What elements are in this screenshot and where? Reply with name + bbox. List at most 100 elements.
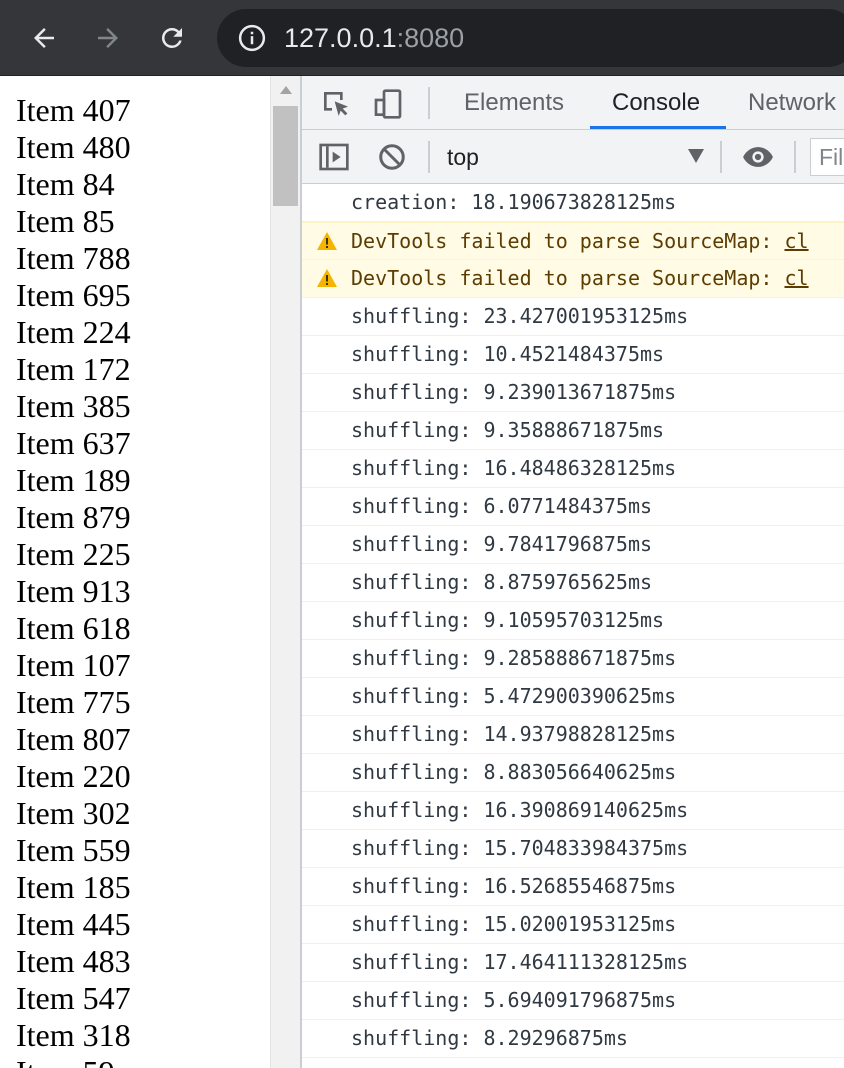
arrow-left-icon bbox=[34, 28, 54, 48]
device-mode-icon bbox=[374, 89, 402, 119]
list-item: Item 224 bbox=[16, 314, 131, 350]
console-message-text: shuffling: 5.694091796875ms bbox=[351, 982, 676, 1019]
list-item: Item 107 bbox=[16, 647, 131, 683]
tab-console[interactable]: Console bbox=[612, 76, 700, 130]
list-item: Item 172 bbox=[16, 351, 131, 387]
live-expression-button[interactable] bbox=[740, 139, 776, 175]
list-item: Item 445 bbox=[16, 906, 131, 942]
inspect-element-button[interactable] bbox=[318, 86, 354, 122]
console-message-text: shuffling: 16.390869140625ms bbox=[351, 792, 688, 829]
forward-button[interactable] bbox=[84, 14, 132, 62]
list-item: Item 385 bbox=[16, 388, 131, 424]
console-message-text: shuffling: 9.10595703125ms bbox=[351, 602, 664, 639]
message-body: shuffling: 10.4521484375ms bbox=[351, 342, 665, 366]
console-log: shuffling: 8.29296875ms bbox=[302, 1020, 844, 1058]
scroll-up-button[interactable] bbox=[271, 76, 301, 104]
console-message-text: shuffling: 17.464111328125ms bbox=[351, 944, 688, 981]
reload-button[interactable] bbox=[148, 14, 196, 62]
console-message-text: shuffling: 9.35888671875ms bbox=[351, 412, 664, 449]
page-scrollbar[interactable] bbox=[270, 76, 300, 1068]
console-log: creation: 18.190673828125ms bbox=[302, 184, 844, 222]
list-item: Item 559 bbox=[16, 832, 131, 868]
message-body: shuffling: 9.7841796875ms bbox=[351, 532, 653, 556]
devtools-panel: Elements Console Network top Fil creatio… bbox=[300, 76, 844, 1068]
sourcemap-link[interactable]: cl bbox=[784, 229, 808, 253]
device-toolbar-button[interactable] bbox=[370, 86, 406, 122]
warning-icon bbox=[317, 232, 337, 250]
tab-elements[interactable]: Elements bbox=[464, 76, 564, 130]
tab-network[interactable]: Network bbox=[748, 76, 836, 130]
message-body: shuffling: 8.883056640625ms bbox=[351, 760, 677, 784]
list-item: Item 547 bbox=[16, 980, 131, 1016]
message-body: shuffling: 9.35888671875ms bbox=[351, 418, 665, 442]
reload-icon bbox=[161, 27, 182, 48]
console-message-text: shuffling: 9.285888671875ms bbox=[351, 640, 676, 677]
warning-icon bbox=[317, 269, 337, 287]
console-log: shuffling: 16.390869140625ms bbox=[302, 792, 844, 830]
clear-console-button[interactable] bbox=[374, 139, 410, 175]
message-body: shuffling: 14.93798828125ms bbox=[351, 722, 677, 746]
scroll-thumb[interactable] bbox=[273, 106, 298, 206]
devtools-tabbar: Elements Console Network bbox=[302, 76, 844, 130]
url-port: :8080 bbox=[396, 23, 465, 53]
message-body: shuffling: 16.48486328125ms bbox=[351, 456, 677, 480]
console-message-text: DevTools failed to parse SourceMap: cl bbox=[351, 260, 809, 297]
console-log: shuffling: 9.7841796875ms bbox=[302, 526, 844, 564]
list-item: Item 59 bbox=[16, 1054, 131, 1068]
context-selector[interactable]: top bbox=[447, 130, 479, 184]
message-body: shuffling: 9.10595703125ms bbox=[351, 608, 665, 632]
filter-placeholder: Fil bbox=[819, 144, 844, 170]
toolbar-divider bbox=[428, 141, 430, 173]
console-log: shuffling: 15.704833984375ms bbox=[302, 830, 844, 868]
console-log: shuffling: 17.464111328125ms bbox=[302, 944, 844, 982]
toolbar-divider bbox=[794, 141, 796, 173]
console-log: shuffling: 8.883056640625ms bbox=[302, 754, 844, 792]
console-message-text: creation: 18.190673828125ms bbox=[351, 184, 676, 221]
message-body: shuffling: 6.0771484375ms bbox=[351, 494, 653, 518]
console-message-text: shuffling: 6.0771484375ms bbox=[351, 488, 652, 525]
console-message-text: DevTools failed to parse SourceMap: cl bbox=[351, 223, 809, 260]
console-messages: creation: 18.190673828125ms DevTools fail… bbox=[302, 184, 844, 1058]
message-body: shuffling: 9.285888671875ms bbox=[351, 646, 677, 670]
message-body: shuffling: 9.239013671875ms bbox=[351, 380, 677, 404]
console-log: shuffling: 8.8759765625ms bbox=[302, 564, 844, 602]
url-text[interactable]: 127.0.0.1:8080 bbox=[284, 19, 464, 57]
console-warning: DevTools failed to parse SourceMap: cl bbox=[302, 222, 844, 260]
console-log: shuffling: 16.52685546875ms bbox=[302, 868, 844, 906]
console-log: shuffling: 9.239013671875ms bbox=[302, 374, 844, 412]
console-log: shuffling: 6.0771484375ms bbox=[302, 488, 844, 526]
list-item: Item 189 bbox=[16, 462, 131, 498]
arrow-right-icon bbox=[98, 28, 118, 48]
message-body: DevTools failed to parse SourceMap: bbox=[351, 266, 785, 290]
console-message-text: shuffling: 15.02001953125ms bbox=[351, 906, 676, 943]
message-body: shuffling: 15.02001953125ms bbox=[351, 912, 677, 936]
toolbar-divider bbox=[720, 141, 722, 173]
console-message-text: shuffling: 14.93798828125ms bbox=[351, 716, 676, 753]
console-log: shuffling: 16.48486328125ms bbox=[302, 450, 844, 488]
chevron-down-icon[interactable] bbox=[688, 149, 704, 163]
console-log: shuffling: 9.10595703125ms bbox=[302, 602, 844, 640]
message-body: creation: 18.190673828125ms bbox=[351, 190, 677, 214]
info-icon[interactable] bbox=[237, 23, 267, 53]
console-message-text: shuffling: 8.883056640625ms bbox=[351, 754, 676, 791]
back-button[interactable] bbox=[20, 14, 68, 62]
message-body: DevTools failed to parse SourceMap: bbox=[351, 229, 785, 253]
console-message-text: shuffling: 16.48486328125ms bbox=[351, 450, 676, 487]
list-item: Item 913 bbox=[16, 573, 131, 609]
filter-input[interactable]: Fil bbox=[810, 138, 844, 176]
console-message-text: shuffling: 16.52685546875ms bbox=[351, 868, 676, 905]
triangle-up-icon bbox=[280, 86, 292, 94]
list-item: Item 302 bbox=[16, 795, 131, 831]
address-bar[interactable]: 127.0.0.1:8080 bbox=[217, 9, 844, 67]
page-viewport: Item 407 Item 480 Item 84 Item 85 Item 788 It… bbox=[0, 76, 270, 1068]
message-body: shuffling: 15.704833984375ms bbox=[351, 836, 689, 860]
console-log: shuffling: 9.285888671875ms bbox=[302, 640, 844, 678]
console-message-text: shuffling: 9.239013671875ms bbox=[351, 374, 676, 411]
message-body: shuffling: 5.472900390625ms bbox=[351, 684, 677, 708]
list-item: Item 483 bbox=[16, 943, 131, 979]
console-warning: DevTools failed to parse SourceMap: cl bbox=[302, 260, 844, 298]
show-sidebar-button[interactable] bbox=[316, 139, 352, 175]
sourcemap-link[interactable]: cl bbox=[784, 266, 808, 290]
message-body: shuffling: 16.52685546875ms bbox=[351, 874, 677, 898]
console-message-text: shuffling: 8.29296875ms bbox=[351, 1020, 628, 1057]
